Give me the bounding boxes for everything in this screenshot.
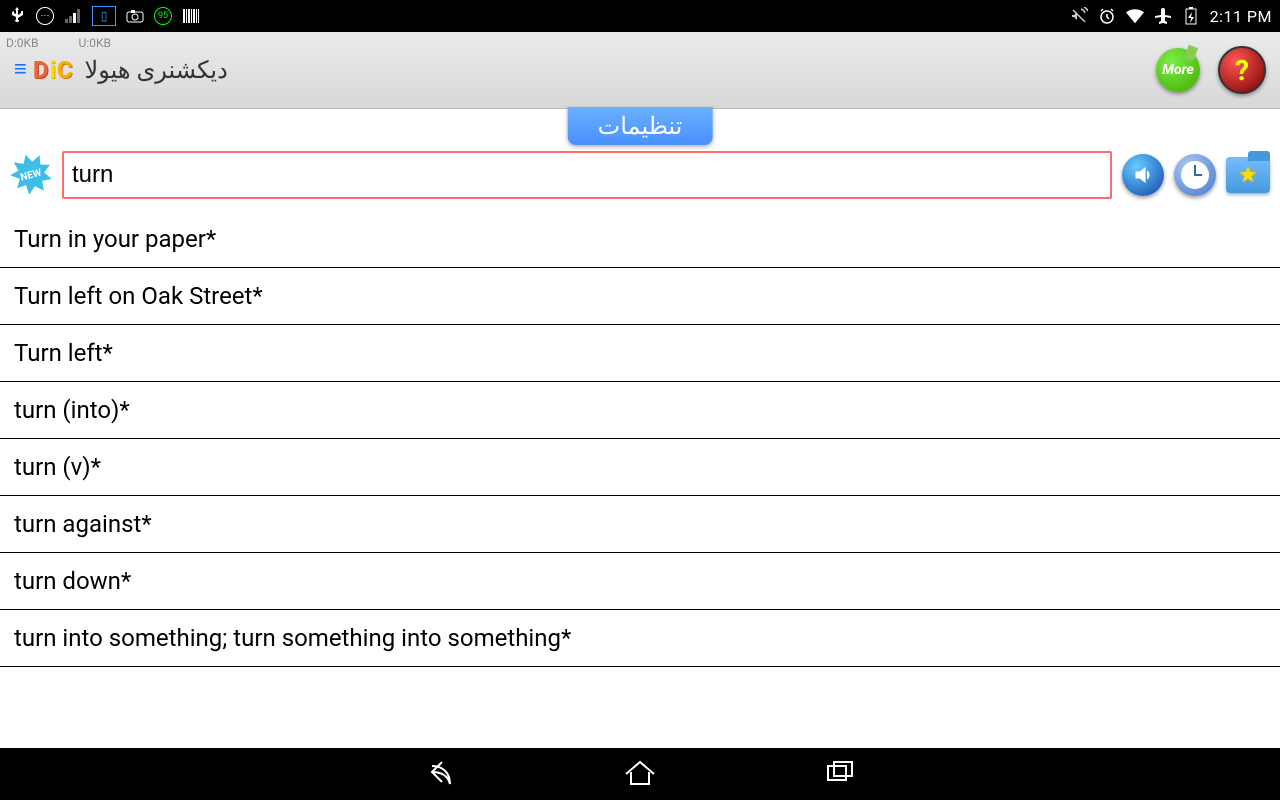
android-statusbar: ⋯ ▯ 95 2:11 PM [0,0,1280,32]
barcode-icon [182,7,200,25]
favorites-button[interactable]: ★ [1226,157,1270,193]
history-button[interactable] [1174,154,1216,196]
list-item[interactable]: turn (into)* [0,382,1280,439]
upload-label: U:0KB [79,36,111,50]
app-title: دیکشنری هیولا [85,56,228,84]
settings-button[interactable]: تنظیمات [568,107,713,145]
results-list: Turn in your paper* Turn left on Oak Str… [0,211,1280,667]
sound-button[interactable] [1122,154,1164,196]
camera-icon [126,7,144,25]
new-badge[interactable]: NEW [10,154,52,196]
airplane-icon [1154,7,1172,25]
recent-button[interactable] [820,752,860,796]
new-star-icon: NEW [5,149,56,200]
list-item[interactable]: turn (v)* [0,439,1280,496]
network-labels: D:0KB U:0KB [6,36,111,50]
list-item[interactable]: turn into something; turn something into… [0,610,1280,667]
app-logo: DiC [33,56,73,84]
download-label: D:0KB [6,36,39,50]
list-item[interactable]: Turn in your paper* [0,211,1280,268]
list-item[interactable]: turn down* [0,553,1280,610]
toolbar-left: ≡ DiC دیکشنری هیولا [14,56,228,84]
menu-icon[interactable]: ≡ [14,63,27,76]
vibrate-icon [1070,7,1088,25]
notification-icon: ⋯ [36,7,54,25]
toolbar-right: More ? [1156,46,1266,94]
search-input[interactable] [62,151,1112,199]
list-item[interactable]: turn against* [0,496,1280,553]
alarm-icon [1098,7,1116,25]
help-button[interactable]: ? [1218,46,1266,94]
app-icon: ▯ [92,6,116,26]
more-button[interactable]: More [1156,48,1200,92]
badge-icon: 95 [154,7,172,25]
clock-icon [1181,161,1209,189]
speaker-icon [1132,164,1154,186]
signal-icon [64,7,82,25]
battery-icon [1182,7,1200,25]
clock-time: 2:11 PM [1210,7,1272,26]
list-item[interactable]: Turn left* [0,325,1280,382]
app-toolbar: D:0KB U:0KB ≡ DiC دیکشنری هیولا More ? [0,32,1280,109]
android-navbar [0,748,1280,800]
back-button[interactable] [420,752,460,796]
wifi-icon [1126,7,1144,25]
star-icon: ★ [1238,163,1258,188]
home-button[interactable] [620,752,660,796]
list-item[interactable]: Turn left on Oak Street* [0,268,1280,325]
statusbar-left: ⋯ ▯ 95 [8,6,200,26]
usb-icon [8,7,26,25]
statusbar-right: 2:11 PM [1070,7,1272,26]
